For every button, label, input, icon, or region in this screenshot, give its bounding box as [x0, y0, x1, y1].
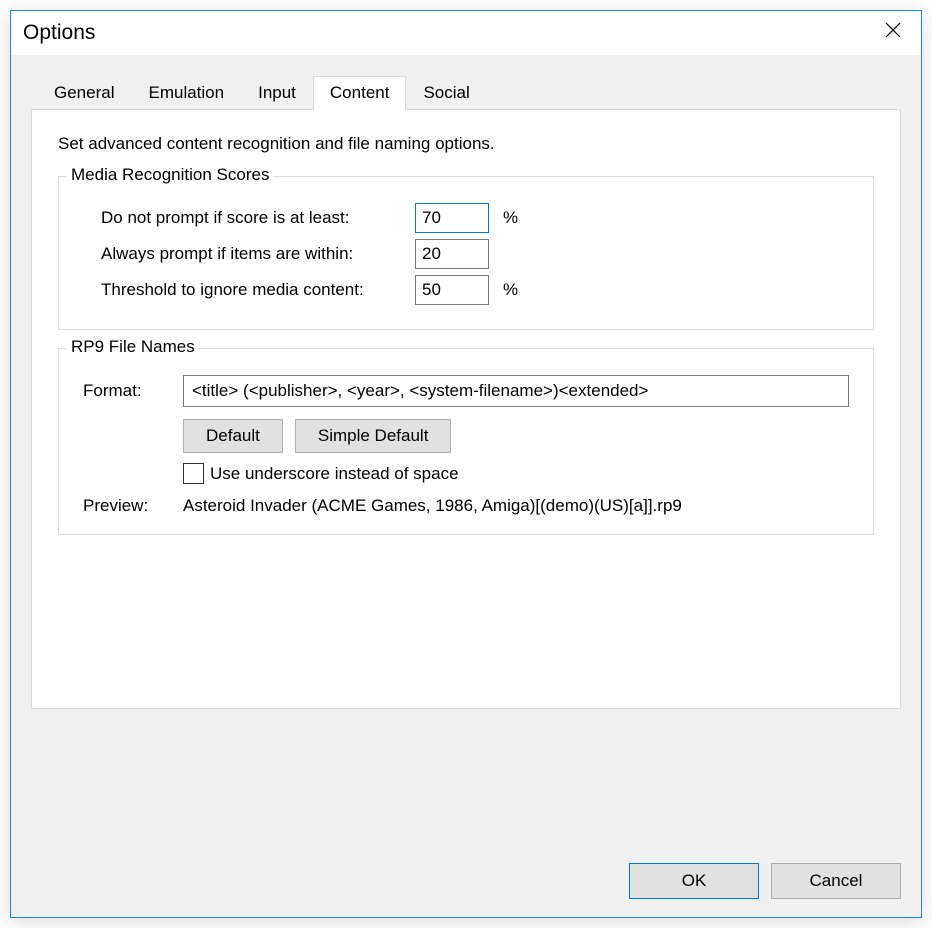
preview-value: Asteroid Invader (ACME Games, 1986, Amig… — [183, 496, 682, 516]
dialog-button-row: OK Cancel — [629, 863, 901, 899]
window-title: Options — [23, 21, 95, 45]
always-prompt-label: Always prompt if items are within: — [83, 244, 415, 264]
tab-general[interactable]: General — [37, 76, 131, 110]
rp9-filenames-group: RP9 File Names Format: Default Simple De… — [58, 348, 874, 535]
close-button[interactable] — [873, 15, 913, 45]
default-button[interactable]: Default — [183, 419, 283, 453]
format-button-row: Default Simple Default — [183, 419, 849, 453]
threshold-ignore-label: Threshold to ignore media content: — [83, 280, 415, 300]
close-icon — [884, 21, 902, 39]
titlebar: Options — [11, 11, 921, 55]
ok-button[interactable]: OK — [629, 863, 759, 899]
tab-input[interactable]: Input — [241, 76, 313, 110]
no-prompt-score-input[interactable] — [415, 203, 489, 233]
tab-social[interactable]: Social — [406, 76, 486, 110]
threshold-ignore-input[interactable] — [415, 275, 489, 305]
row-always-prompt: Always prompt if items are within: — [83, 239, 849, 269]
underscore-label: Use underscore instead of space — [210, 464, 459, 484]
dialog-body: General Emulation Input Content Social S… — [11, 55, 921, 917]
simple-default-button[interactable]: Simple Default — [295, 419, 452, 453]
tab-emulation[interactable]: Emulation — [131, 76, 241, 110]
row-preview: Preview: Asteroid Invader (ACME Games, 1… — [83, 496, 849, 516]
no-prompt-score-unit: % — [503, 208, 518, 228]
content-description: Set advanced content recognition and fil… — [58, 134, 874, 154]
no-prompt-score-label: Do not prompt if score is at least: — [83, 208, 415, 228]
tab-panel-content: Set advanced content recognition and fil… — [31, 109, 901, 709]
options-dialog: Options General Emulation Input Content … — [10, 10, 922, 918]
row-threshold-ignore: Threshold to ignore media content: % — [83, 275, 849, 305]
rp9-group-legend: RP9 File Names — [67, 337, 199, 357]
format-label: Format: — [83, 381, 183, 401]
media-recognition-group: Media Recognition Scores Do not prompt i… — [58, 176, 874, 330]
underscore-checkbox[interactable] — [183, 463, 204, 484]
tab-content[interactable]: Content — [313, 76, 407, 110]
media-group-legend: Media Recognition Scores — [67, 165, 273, 185]
always-prompt-input[interactable] — [415, 239, 489, 269]
cancel-button[interactable]: Cancel — [771, 863, 901, 899]
row-no-prompt-score: Do not prompt if score is at least: % — [83, 203, 849, 233]
preview-label: Preview: — [83, 496, 183, 516]
row-underscore: Use underscore instead of space — [183, 463, 849, 484]
tab-strip: General Emulation Input Content Social — [37, 75, 901, 109]
format-input[interactable] — [183, 375, 849, 407]
row-format: Format: — [83, 375, 849, 407]
threshold-ignore-unit: % — [503, 280, 518, 300]
